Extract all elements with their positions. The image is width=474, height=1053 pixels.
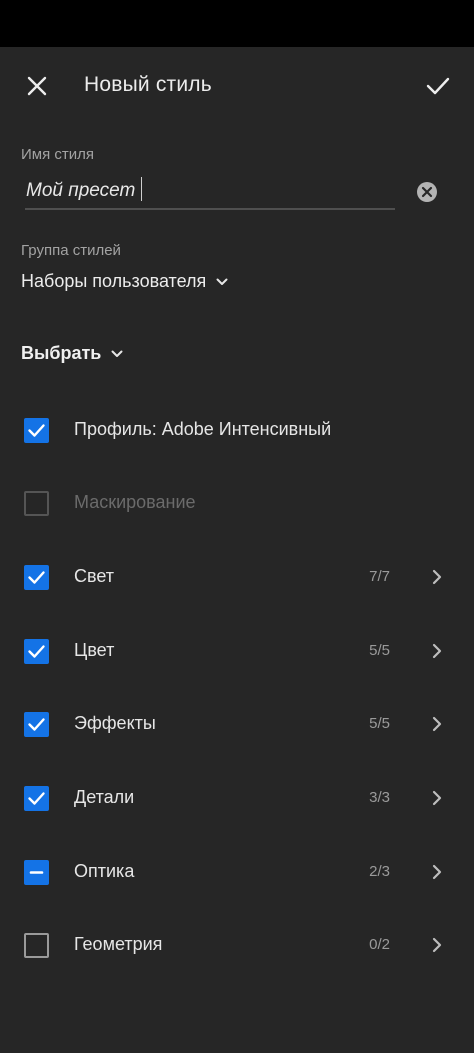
chevron-down-icon (216, 278, 228, 285)
checkbox[interactable] (24, 565, 49, 590)
settings-row-count: 5/5 (369, 642, 390, 659)
checkbox[interactable] (24, 712, 49, 737)
settings-row-label: Профиль: Adobe Интенсивный (74, 419, 332, 439)
settings-row-label: Оптика (74, 861, 135, 881)
style-group-dropdown[interactable]: Наборы пользователя (21, 271, 228, 292)
select-dropdown[interactable]: Выбрать (21, 343, 123, 364)
close-button[interactable] (20, 69, 54, 103)
settings-row-count: 2/3 (369, 863, 390, 880)
close-icon (27, 76, 47, 96)
settings-row[interactable]: Оптика 2/3 (0, 842, 474, 902)
style-group-label: Группа стилей (21, 242, 121, 259)
chevron-right-icon[interactable] (429, 788, 445, 808)
chevron-down-icon (111, 350, 123, 357)
style-name-label: Имя стиля (21, 146, 95, 163)
style-name-value: Мой пресет (26, 180, 136, 202)
checkbox[interactable] (24, 933, 49, 958)
chevron-right-icon[interactable] (429, 641, 445, 661)
chevron-right-icon[interactable] (429, 935, 445, 955)
checkbox (24, 491, 49, 516)
style-name-input[interactable]: Мой пресет (25, 172, 395, 210)
settings-row-label: Геометрия (74, 934, 163, 954)
clear-circle-icon (417, 182, 437, 202)
check-icon (28, 718, 45, 731)
settings-row-count: 0/2 (369, 936, 390, 953)
checkbox[interactable] (24, 639, 49, 664)
confirm-button[interactable] (420, 69, 456, 103)
checkbox[interactable] (24, 860, 49, 885)
settings-row-label: Цвет (74, 640, 115, 660)
top-bar: Новый стиль (0, 47, 474, 127)
check-icon (28, 571, 45, 584)
check-icon (28, 792, 45, 805)
settings-row: Маскирование (0, 473, 474, 533)
settings-row[interactable]: Геометрия 0/2 (0, 915, 474, 975)
clear-input-button[interactable] (416, 181, 438, 203)
style-group-value: Наборы пользователя (21, 271, 207, 291)
chevron-right-icon[interactable] (429, 714, 445, 734)
chevron-right-icon[interactable] (429, 862, 445, 882)
settings-row-label: Маскирование (74, 492, 196, 512)
check-icon (28, 645, 45, 658)
checkmark-icon (426, 77, 450, 95)
select-dropdown-label: Выбрать (21, 343, 102, 363)
check-icon (28, 424, 45, 437)
settings-row[interactable]: Цвет 5/5 (0, 621, 474, 681)
checkbox[interactable] (24, 418, 49, 443)
settings-row-count: 5/5 (369, 715, 390, 732)
settings-row[interactable]: Эффекты 5/5 (0, 694, 474, 754)
chevron-right-icon[interactable] (429, 567, 445, 587)
settings-row-label: Детали (74, 787, 135, 807)
page-title: Новый стиль (84, 73, 212, 96)
settings-row-label: Эффекты (74, 713, 156, 733)
settings-row-count: 7/7 (369, 568, 390, 585)
settings-row-label: Свет (74, 566, 115, 586)
checkbox[interactable] (24, 786, 49, 811)
minus-icon (29, 871, 44, 874)
status-bar (0, 0, 474, 47)
settings-row[interactable]: Профиль: Adobe Интенсивный (0, 400, 474, 460)
settings-row[interactable]: Свет 7/7 (0, 547, 474, 607)
settings-row-count: 3/3 (369, 789, 390, 806)
settings-row[interactable]: Детали 3/3 (0, 768, 474, 828)
text-caret (141, 177, 143, 201)
